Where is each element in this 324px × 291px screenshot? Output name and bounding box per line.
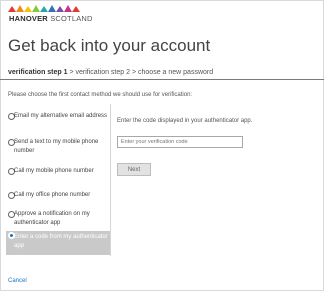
contact-method-prompt: Please choose the first contact method w… <box>8 92 193 98</box>
steps-divider <box>0 79 324 80</box>
option-label: Call my office phone number <box>14 192 91 198</box>
houses-logo-icon <box>8 5 80 12</box>
step-breadcrumb: verification step 1 > verification step … <box>8 69 213 76</box>
brand-logo: HANOVER SCOTLAND <box>8 4 92 24</box>
code-prompt: Enter the code displayed in your authent… <box>117 118 253 124</box>
option-label: Call my mobile phone number <box>14 168 94 174</box>
option-enter-code[interactable]: Enter a code from my authenticator app <box>6 231 110 255</box>
step-separator: > <box>131 69 137 76</box>
brand-name: HANOVER SCOTLAND <box>9 14 93 23</box>
cancel-link[interactable]: Cancel <box>8 278 27 284</box>
option-label: Send a text to my mobile phone number <box>14 139 99 154</box>
step-3-label: choose a new password <box>138 69 214 76</box>
page-title: Get back into your account <box>8 36 211 55</box>
option-label: Approve a notification on my authenticat… <box>14 211 90 226</box>
option-label: Enter a code from my authenticator app <box>14 234 108 249</box>
next-button[interactable]: Next <box>117 163 151 176</box>
contact-method-list: Email my alternative email address Send … <box>6 104 111 256</box>
step-2-label: verification step 2 <box>75 69 131 76</box>
step-separator: > <box>69 69 74 76</box>
step-1-label: verification step 1 <box>8 69 68 76</box>
option-label: Email my alternative email address <box>14 113 108 119</box>
verification-code-input[interactable] <box>117 136 243 148</box>
